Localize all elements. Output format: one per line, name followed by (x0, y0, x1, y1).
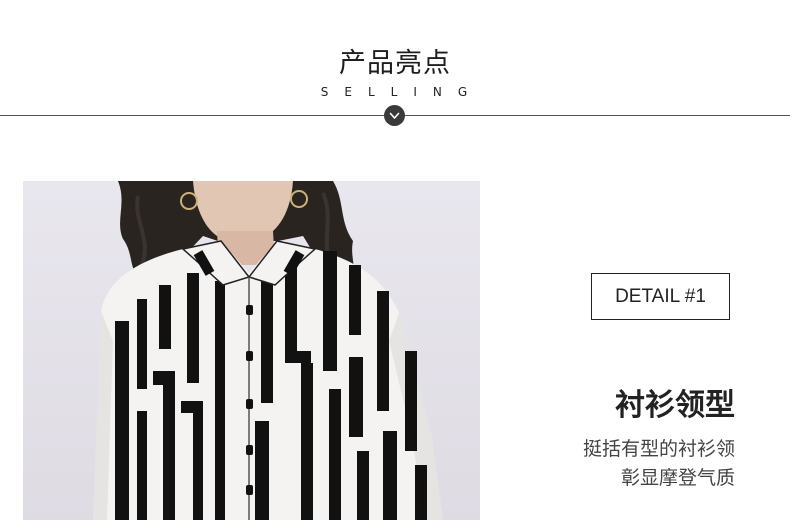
product-photo (23, 181, 480, 520)
chevron-down-icon (384, 105, 405, 126)
section-title: 产品亮点 (339, 48, 451, 79)
feature-description-line: 彰显摩登气质 (620, 467, 735, 489)
section-subtitle: SELLING (320, 85, 484, 99)
product-highlights-section: 产品亮点 SELLING DETAIL #1 衬衫领型 挺括有型的衬衫领 彰显摩… (0, 0, 790, 520)
feature-title: 衬衫领型 (615, 388, 735, 423)
detail-label-box: DETAIL #1 (591, 273, 730, 320)
feature-description: 挺括有型的衬衫领 彰显摩登气质 (583, 435, 735, 493)
feature-description-line: 挺括有型的衬衫领 (582, 438, 735, 460)
